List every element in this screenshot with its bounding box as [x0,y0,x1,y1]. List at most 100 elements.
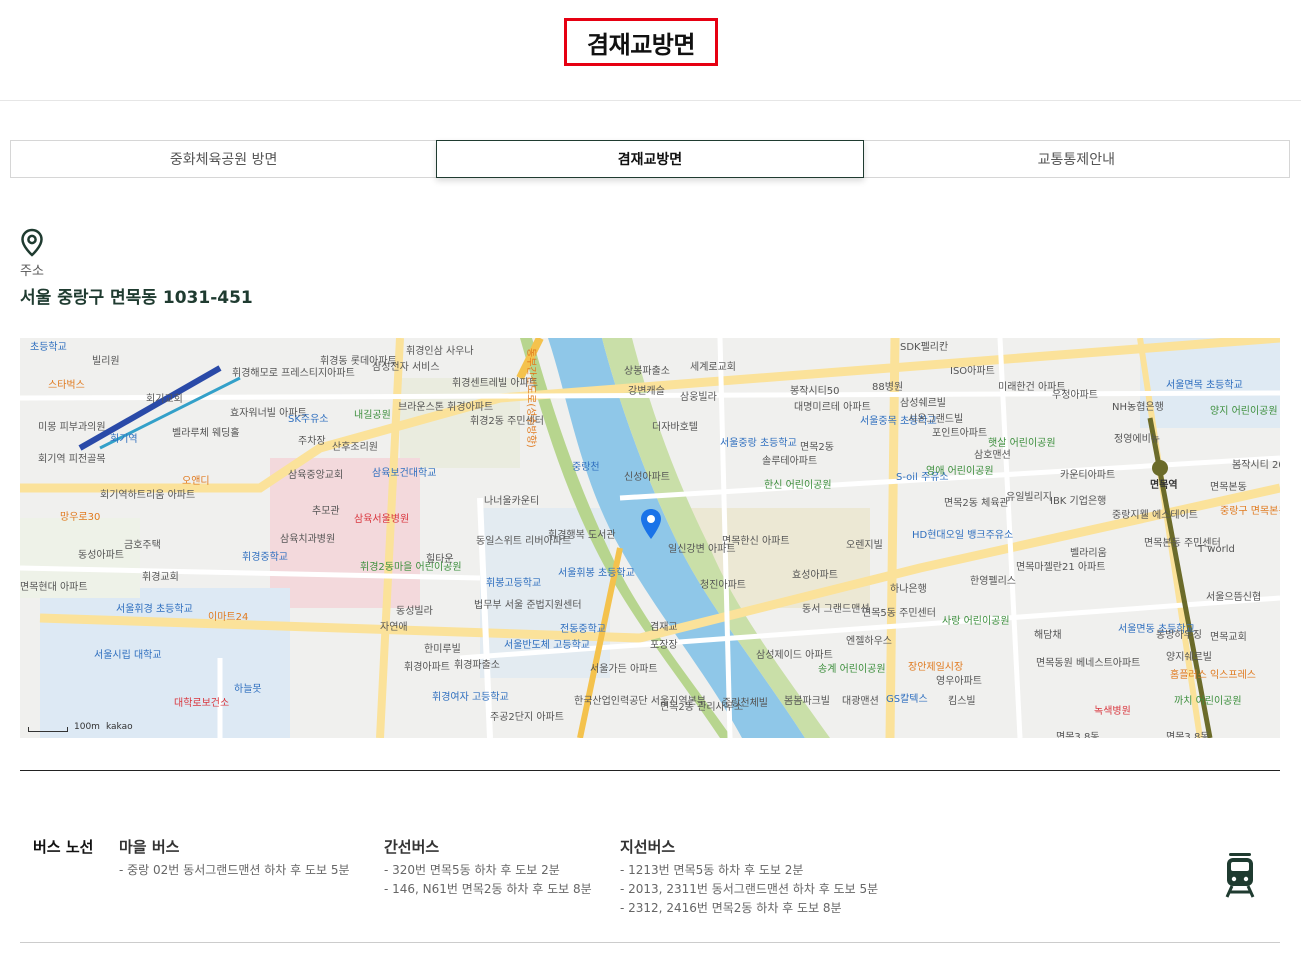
tab-label: 중화체육공원 방면 [169,152,278,168]
map-label: 면목2동 [800,442,834,453]
map-label: 망우로30 [60,512,101,523]
map-label: 해담채 [1034,630,1062,641]
map-label: 초등학교 [30,342,67,353]
tab-gyeomjae[interactable]: 겸재교방면 [436,140,864,178]
bus-group-trunk: 간선버스 - 320번 면목5동 하차 후 도보 2분 - 146, N61번 … [384,836,592,899]
bus-group-title: 지선버스 [620,838,676,856]
map-label: 면목본동 [1210,482,1247,493]
map-label: 대명미르테 아파트 [794,402,871,413]
location-marker-icon[interactable] [640,508,662,540]
location-map[interactable]: 초등학교 빌리원 스타벅스 회기역 회기교회 휘경해모로 프레스티지아파트 휘경… [20,338,1280,738]
map-label: 서울시립 대학교 [94,650,162,661]
map-label: 정영에비뉴 [1114,434,1160,445]
map-label: 카운티아파트 [1060,470,1116,481]
tab-traffic-control[interactable]: 교통통제안내 [864,141,1289,177]
map-label: SDK펠리칸 [900,342,949,353]
map-label: 벨라루체 웨딩홀 [172,428,240,439]
map-label: 나너울카운티 [484,496,540,507]
map-label: 대학로보건소 [174,698,230,709]
page-title-highlight: 겸재교방면 [564,18,718,66]
map-label: 추모관 [312,506,340,517]
map-label: 서울휘경 초등학교 [116,604,193,615]
bus-route-item: - 146, N61번 면목2동 하차 후 도보 8분 [384,882,592,896]
map-label: 포인트아파트 [932,428,988,439]
map-label: 휘경중학교 [242,552,288,563]
map-label: 휘경아파트 [404,662,450,673]
bus-route-item: - 320번 면목5동 하차 후 도보 2분 [384,863,560,877]
map-label: 삼성제이드 아파트 [756,650,833,661]
map-label: 회기역 피전골목 [38,454,106,465]
map-pin-icon [21,228,43,257]
bus-group-village: 마을 버스 - 중랑 02번 동서그랜드맨션 하차 후 도보 5분 [119,836,350,880]
map-label: 중랑천 [572,462,600,473]
map-label: 봄작시티 201 [1232,460,1280,471]
map-label: GS칼텍스 [886,694,928,705]
map-label: 삼육서울병원 [354,514,410,525]
address-section: 주소 서울 중랑구 면목동 1031-451 [20,228,253,308]
map-label: 중랑지웰 에스테이트 [1112,510,1198,521]
tab-label: 교통통제안내 [1037,152,1115,168]
map-label: 상봉파출소 [624,366,670,377]
map-label: 서울가든 아파트 [590,664,658,675]
map-label: 사랑 어린이공원 [942,616,1010,627]
map-label: 삼육중앙교회 [288,470,344,481]
map-label: 동성아파트 [78,550,124,561]
map-label: 전동중학교 [560,624,606,635]
map-label: 홈플러스 익스프레스 [1170,670,1256,681]
map-label: 효자워너빌 아파트 [230,408,307,419]
map-label: 우정아파트 [1052,390,1098,401]
bus-route-item: - 2312, 2416번 면목2동 하차 후 도보 8분 [620,901,842,915]
bottom-divider [20,942,1280,943]
map-label: 한영펠리스 [970,576,1016,587]
address-value: 서울 중랑구 면목동 1031-451 [20,288,253,308]
map-label: 빌리원 [92,356,120,367]
map-label: 서울반도체 고등학교 [504,640,590,651]
map-label: 하나은행 [890,584,927,595]
map-label: 봉작시티50 [790,386,840,397]
bus-route-item: - 1213번 면목5동 하차 후 도보 2분 [620,863,804,877]
tab-junghwa[interactable]: 중화체육공원 방면 [11,141,436,177]
section-divider [20,770,1280,771]
map-label: 오앤디 [182,476,210,487]
map-label: 회기교회 [146,394,183,405]
map-label: 주공2단지 아파트 [490,712,564,723]
map-label: 한신 어린이공원 [764,480,832,491]
address-label: 주소 [20,264,44,279]
map-label: 송계 어린이공원 [818,664,886,675]
map-label: 오렌지빌 [846,540,883,551]
map-label: 면목3.8동 [1056,732,1100,738]
map-label: 엔젤하우스 [846,636,892,647]
map-label: 겸재교 [650,622,678,633]
map-label: 유일빌리지 [1006,492,1052,503]
map-label: 자연애 [380,622,408,633]
map-label: 서울중랑 초등학교 [720,438,797,449]
map-label: T world [1198,544,1235,555]
map-label: 봄봄파크빌 [784,696,830,707]
map-label: ISO아파트 [950,366,995,377]
map-label: 회기역하트리움 아파트 [100,490,196,501]
map-label: 동방하우징 [1156,630,1202,641]
map-label: 휘봉고등학교 [486,578,542,589]
map-scale-label: 100m [74,722,100,732]
map-label: 양지쉐르빌 [1166,652,1212,663]
map-label: 서울으뜸신협 [1206,592,1262,603]
map-label: 하늘못 [234,684,262,695]
bus-group-branch: 지선버스 - 1213번 면목5동 하차 후 도보 2분 - 2013, 231… [620,836,878,918]
map-label: 킴스빌 [948,696,976,707]
map-scale: 100m kakao [28,722,133,732]
map-label: 면목마젤란21 아파트 [1016,562,1106,573]
map-label: 회기역 [110,434,138,445]
map-label: 면목한신 아파트 [722,536,790,547]
map-label: 벨라리움 [1070,548,1107,559]
map-label: 포장장 [650,640,678,651]
map-label: NH농협은행 [1112,402,1164,413]
map-label: 한미루빌 [424,644,461,655]
map-label: 양지 어린이공원 [1210,406,1278,417]
map-label: IBK 기업은행 [1050,496,1107,507]
map-label: 삼성쉐르빌 [900,398,946,409]
map-label: 서울면목 초등학교 [1166,380,1243,391]
tab-label: 겸재교방면 [617,152,683,168]
map-label: 강변캐슬 [628,386,665,397]
map-label: 휘경여자 고등학교 [432,692,509,703]
map-brand: kakao [105,722,133,732]
